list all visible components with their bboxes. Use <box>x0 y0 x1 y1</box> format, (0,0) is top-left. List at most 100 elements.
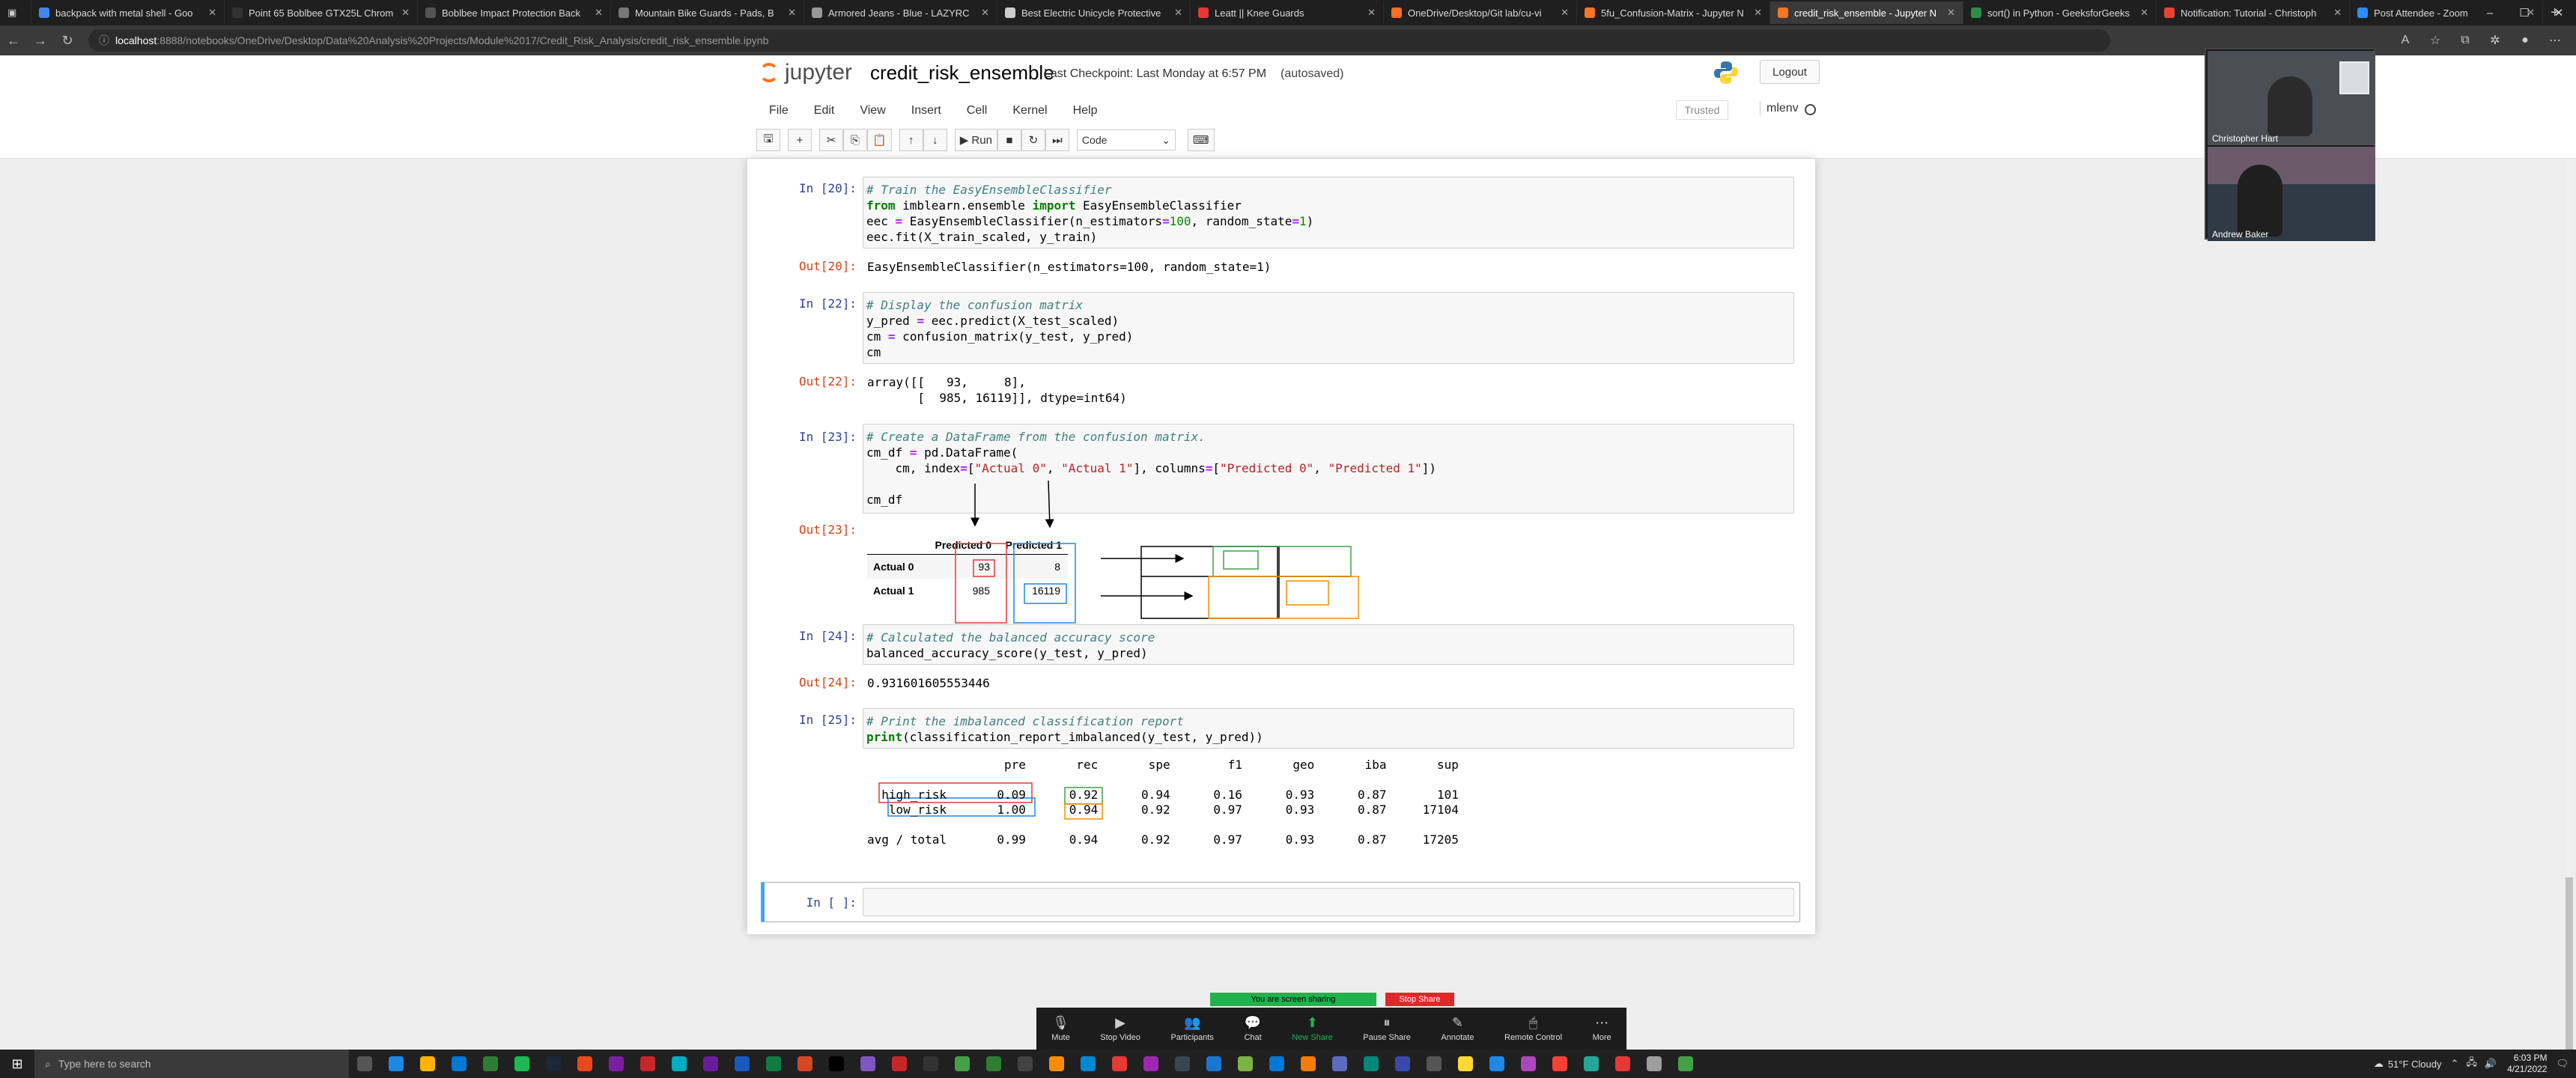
extensions-icon[interactable]: ✲ <box>2480 33 2510 48</box>
refresh-icon[interactable]: ↻ <box>54 27 81 54</box>
tab-close-icon[interactable]: ✕ <box>1754 7 1762 19</box>
collections-icon[interactable]: ⧉ <box>2450 34 2480 47</box>
notebook-name[interactable]: credit_risk_ensemble <box>870 61 1054 85</box>
logout-button[interactable]: Logout <box>1760 60 1820 84</box>
maximize-icon[interactable]: ☐ <box>2507 0 2542 25</box>
stop-video-button[interactable]: ▶ Stop Video <box>1100 1015 1140 1042</box>
taskbar-app-icon[interactable] <box>380 1050 412 1078</box>
mute-button[interactable]: 🎙 Mute <box>1051 1015 1069 1042</box>
interrupt-icon[interactable]: ■ <box>997 129 1021 151</box>
close-window-icon[interactable]: ✕ <box>2542 0 2576 25</box>
paste-icon[interactable]: 📋 <box>867 129 892 151</box>
network-icon[interactable]: 🖧 <box>2466 1056 2477 1072</box>
browser-tab[interactable]: sort() in Python - GeeksforGeeks ✕ <box>1963 1 2157 24</box>
forward-icon[interactable]: → <box>27 27 54 54</box>
page-scrollbar[interactable] <box>2566 159 2573 1050</box>
taskbar-app-icon[interactable] <box>1607 1050 1638 1078</box>
taskbar-app-icon[interactable] <box>506 1050 538 1078</box>
menu-insert[interactable]: Insert <box>899 104 954 118</box>
favorite-star-icon[interactable]: ☆ <box>2420 33 2450 48</box>
annotate-button[interactable]: ✎ Annotate <box>1441 1015 1474 1042</box>
new-share-button[interactable]: ⬆ New Share <box>1292 1015 1332 1042</box>
taskbar-app-icon[interactable] <box>1544 1050 1576 1078</box>
info-icon[interactable]: ⓘ <box>99 33 109 48</box>
notifications-icon[interactable]: 🗨 <box>2556 1058 2569 1070</box>
browser-tab[interactable]: Best Electric Unicycle Protective ✕ <box>997 1 1191 24</box>
browser-tab[interactable]: Notification: Tutorial - Christoph ✕ <box>2157 1 2350 24</box>
cut-icon[interactable]: ✂ <box>819 129 843 151</box>
tab-close-icon[interactable]: ✕ <box>595 7 603 19</box>
taskbar-app-icon[interactable] <box>1009 1050 1041 1078</box>
browser-tab[interactable]: OneDrive/Desktop/Git lab/cu-vi ✕ <box>1384 1 1577 24</box>
url-field[interactable]: ⓘ localhost:8888/notebooks/OneDrive/Desk… <box>88 29 2110 52</box>
taskbar-app-icon[interactable] <box>1670 1050 1701 1078</box>
tab-close-icon[interactable]: ✕ <box>2333 7 2342 19</box>
kernel-name[interactable]: mlenv <box>1760 102 1799 115</box>
minimize-icon[interactable]: – <box>2473 0 2507 25</box>
taskbar-app-icon[interactable] <box>947 1050 978 1078</box>
restart-icon[interactable]: ↻ <box>1021 129 1045 151</box>
tab-close-icon[interactable]: ✕ <box>401 7 410 19</box>
browser-tab[interactable]: Mountain Bike Guards - Pads, B ✕ <box>611 1 804 24</box>
tab-close-icon[interactable]: ✕ <box>1367 7 1376 19</box>
stop-share-button[interactable]: Stop Share <box>1385 993 1454 1006</box>
taskbar-app-icon[interactable] <box>349 1050 380 1078</box>
save-icon[interactable]: 🖫 <box>756 129 780 151</box>
taskbar-app-icon[interactable] <box>475 1050 506 1078</box>
tab-close-icon[interactable]: ✕ <box>2140 7 2148 19</box>
taskbar-app-icon[interactable] <box>1104 1050 1135 1078</box>
tab-close-icon[interactable]: ✕ <box>788 7 796 19</box>
restart-run-all-icon[interactable]: ⏭ <box>1045 129 1069 151</box>
taskbar-app-icon[interactable] <box>726 1050 758 1078</box>
taskbar-app-icon[interactable] <box>789 1050 821 1078</box>
tab-actions-icon[interactable]: ▣ <box>0 1 31 24</box>
taskbar-clock[interactable]: 6:03 PM 4/21/2022 <box>2507 1053 2547 1075</box>
cell-25-input[interactable]: # Print the imbalanced classification re… <box>863 708 1794 749</box>
browser-tab[interactable]: credit_risk_ensemble - Jupyter N ✕ <box>1770 1 1963 24</box>
participants-button[interactable]: 👥 Participants <box>1170 1015 1213 1042</box>
menu-cell[interactable]: Cell <box>954 104 1000 118</box>
cell-24-input[interactable]: # Calculated the balanced accuracy score… <box>863 624 1794 665</box>
menu-kernel[interactable]: Kernel <box>1000 104 1060 118</box>
read-aloud-icon[interactable]: A <box>2390 34 2420 47</box>
volume-icon[interactable]: 🔊 <box>2485 1058 2497 1070</box>
tab-close-icon[interactable]: ✕ <box>208 7 216 19</box>
taskbar-app-icon[interactable] <box>1513 1050 1544 1078</box>
taskbar-app-icon[interactable] <box>695 1050 726 1078</box>
taskbar-app-icon[interactable] <box>538 1050 569 1078</box>
taskbar-app-icon[interactable] <box>1576 1050 1607 1078</box>
taskbar-app-icon[interactable] <box>1324 1050 1355 1078</box>
taskbar-app-icon[interactable] <box>758 1050 789 1078</box>
taskbar-app-icon[interactable] <box>884 1050 915 1078</box>
tab-close-icon[interactable]: ✕ <box>1947 7 1955 19</box>
copy-icon[interactable]: ⎘ <box>843 129 867 151</box>
browser-tab[interactable]: backpack with metal shell - Goo ✕ <box>31 1 225 24</box>
jupyter-logo[interactable]: jupyter <box>759 60 852 85</box>
start-windows-icon[interactable]: ⊞ <box>0 1050 34 1078</box>
cell-type-select[interactable]: Code ⌄ <box>1076 130 1176 150</box>
taskbar-app-icon[interactable] <box>1481 1050 1513 1078</box>
taskbar-app-icon[interactable] <box>852 1050 884 1078</box>
browser-tab[interactable]: Leatt || Knee Guards ✕ <box>1191 1 1384 24</box>
video-tile-1[interactable]: Christopher Hart <box>2208 51 2375 145</box>
taskbar-app-icon[interactable] <box>1135 1050 1167 1078</box>
more-button[interactable]: ⋯ More <box>1593 1015 1611 1042</box>
remote-control-button[interactable]: 🖱 Remote Control <box>1504 1015 1562 1042</box>
taskbar-app-icon[interactable] <box>978 1050 1009 1078</box>
taskbar-app-icon[interactable] <box>1041 1050 1072 1078</box>
empty-cell-input[interactable] <box>863 888 1794 916</box>
taskbar-app-icon[interactable] <box>1450 1050 1481 1078</box>
move-up-icon[interactable]: ↑ <box>899 129 923 151</box>
taskbar-app-icon[interactable] <box>1638 1050 1670 1078</box>
tray-chevron-icon[interactable]: ⌃ <box>2451 1058 2459 1070</box>
back-icon[interactable]: ← <box>0 27 27 54</box>
browser-tab[interactable]: 5fu_Confusion-Matrix - Jupyter N ✕ <box>1577 1 1770 24</box>
taskbar-app-icon[interactable] <box>1355 1050 1387 1078</box>
taskbar-app-icon[interactable] <box>1292 1050 1324 1078</box>
browser-tab[interactable]: Boblbee Impact Protection Back ✕ <box>418 1 611 24</box>
run-button[interactable]: ▶ Run <box>954 129 997 151</box>
taskbar-app-icon[interactable] <box>663 1050 695 1078</box>
video-tile-2[interactable]: Andrew Baker <box>2208 147 2375 241</box>
taskbar-app-icon[interactable] <box>1418 1050 1450 1078</box>
insert-cell-icon[interactable]: + <box>788 129 812 151</box>
